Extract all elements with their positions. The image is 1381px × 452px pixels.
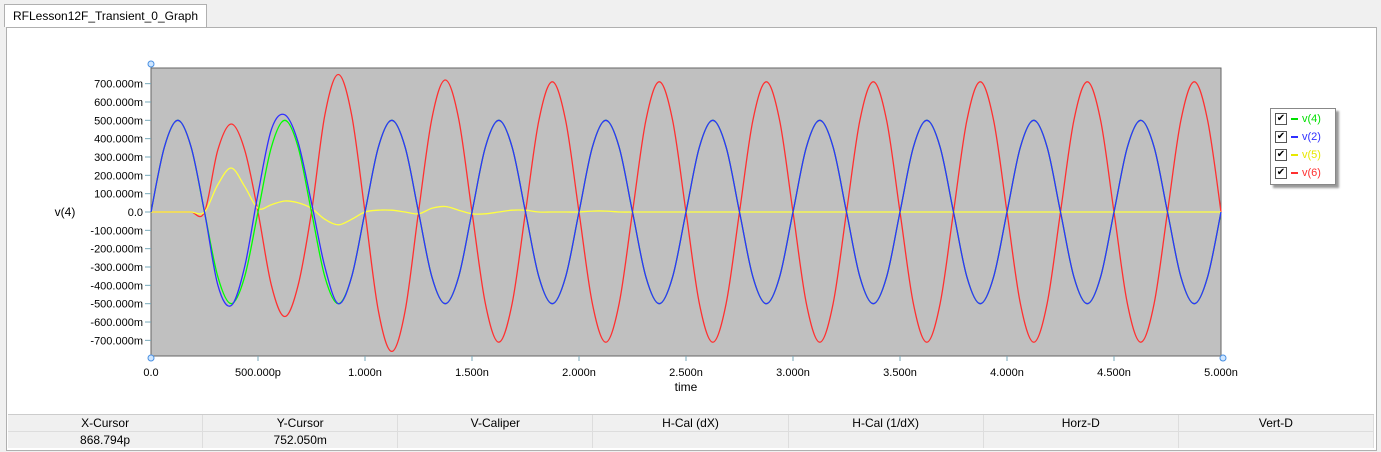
cursor-value: 868.794p [8, 432, 204, 448]
y-tick-label: -200.000m [90, 244, 143, 256]
axis-handle [1219, 354, 1227, 362]
x-tick-label: 5.000n [1204, 367, 1238, 379]
y-tick-label: 300.000m [94, 152, 143, 164]
cursor-header: H-Cal (1/dX) [789, 415, 984, 431]
legend-item-v5[interactable]: ✔ v(5) [1271, 146, 1335, 163]
x-tick-label: 1.500n [455, 367, 489, 379]
tab-graph[interactable]: RFLesson12F_Transient_0_Graph [4, 4, 207, 27]
cursor-value: 752.050m [203, 432, 399, 448]
y-tick-label: -500.000m [90, 299, 143, 311]
cursor-value [789, 432, 984, 448]
x-tick-label: 4.500n [1097, 367, 1131, 379]
y-tick-label: 0.0 [128, 207, 143, 219]
cursor-table-values: 868.794p 752.050m [8, 431, 1374, 448]
checkbox[interactable]: ✔ [1275, 148, 1287, 161]
y-tick-label: 500.000m [94, 115, 143, 127]
legend-label: v(5) [1302, 148, 1321, 161]
cursor-value [984, 432, 1179, 448]
y-tick-label: -300.000m [90, 262, 143, 274]
y-tick-label: 400.000m [94, 134, 143, 146]
x-tick-label: 3.000n [776, 367, 810, 379]
cursor-value [1179, 432, 1374, 448]
legend-item-v6[interactable]: ✔ v(6) [1271, 164, 1335, 181]
legend-swatch [1291, 117, 1298, 120]
cursor-header: V-Caliper [398, 415, 594, 431]
y-axis-label: v(4) [55, 205, 76, 219]
x-tick-label: 0.0 [143, 367, 158, 379]
checkbox[interactable]: ✔ [1275, 112, 1287, 125]
y-tick-label: -600.000m [90, 317, 143, 329]
legend-swatch [1291, 135, 1298, 138]
graph-panel: 700.000m 600.000m 500.000m 400.000m 300.000m… [6, 27, 1377, 451]
x-tick-label: 2.500n [669, 367, 703, 379]
legend-label: v(4) [1302, 112, 1321, 125]
axis-handle [147, 354, 155, 362]
checkbox[interactable]: ✔ [1275, 166, 1287, 179]
legend-label: v(6) [1302, 166, 1321, 179]
cursor-header: Horz-D [984, 415, 1179, 431]
checkbox[interactable]: ✔ [1275, 130, 1287, 143]
cursor-value [593, 432, 789, 448]
x-tick-label: 4.000n [990, 367, 1024, 379]
y-tick-label: -100.000m [90, 225, 143, 237]
legend-swatch [1291, 171, 1298, 174]
legend: ✔ v(4) ✔ v(2) ✔ v(5) ✔ v(6) [1270, 108, 1336, 185]
cursor-header: X-Cursor [8, 415, 204, 431]
y-tick-label: 700.000m [94, 79, 143, 91]
x-tick-label: 2.000n [562, 367, 596, 379]
chart[interactable]: 700.000m 600.000m 500.000m 400.000m 300.000m… [7, 28, 1376, 413]
cursor-table: X-Cursor Y-Cursor V-Caliper H-Cal (dX) H-Cal… [8, 414, 1374, 448]
y-tick-label: -400.000m [90, 280, 143, 292]
cursor-header: H-Cal (dX) [593, 415, 789, 431]
x-tick-label: 3.500n [883, 367, 917, 379]
x-tick-label: 500.000p [235, 367, 281, 379]
x-axis-label: time [675, 380, 698, 394]
cursor-header: Vert-D [1179, 415, 1374, 431]
y-tick-label: -700.000m [90, 335, 143, 347]
legend-label: v(2) [1302, 130, 1321, 143]
legend-item-v4[interactable]: ✔ v(4) [1271, 110, 1335, 127]
x-tick-label: 1.000n [348, 367, 382, 379]
cursor-header: Y-Cursor [203, 415, 399, 431]
cursor-table-header: X-Cursor Y-Cursor V-Caliper H-Cal (dX) H-Cal… [8, 414, 1374, 431]
legend-item-v2[interactable]: ✔ v(2) [1271, 128, 1335, 145]
y-tick-label: 100.000m [94, 189, 143, 201]
y-tick-label: 600.000m [94, 97, 143, 109]
axis-handle [147, 60, 155, 68]
cursor-value [398, 432, 594, 448]
legend-swatch [1291, 153, 1298, 156]
y-tick-label: 200.000m [94, 170, 143, 182]
